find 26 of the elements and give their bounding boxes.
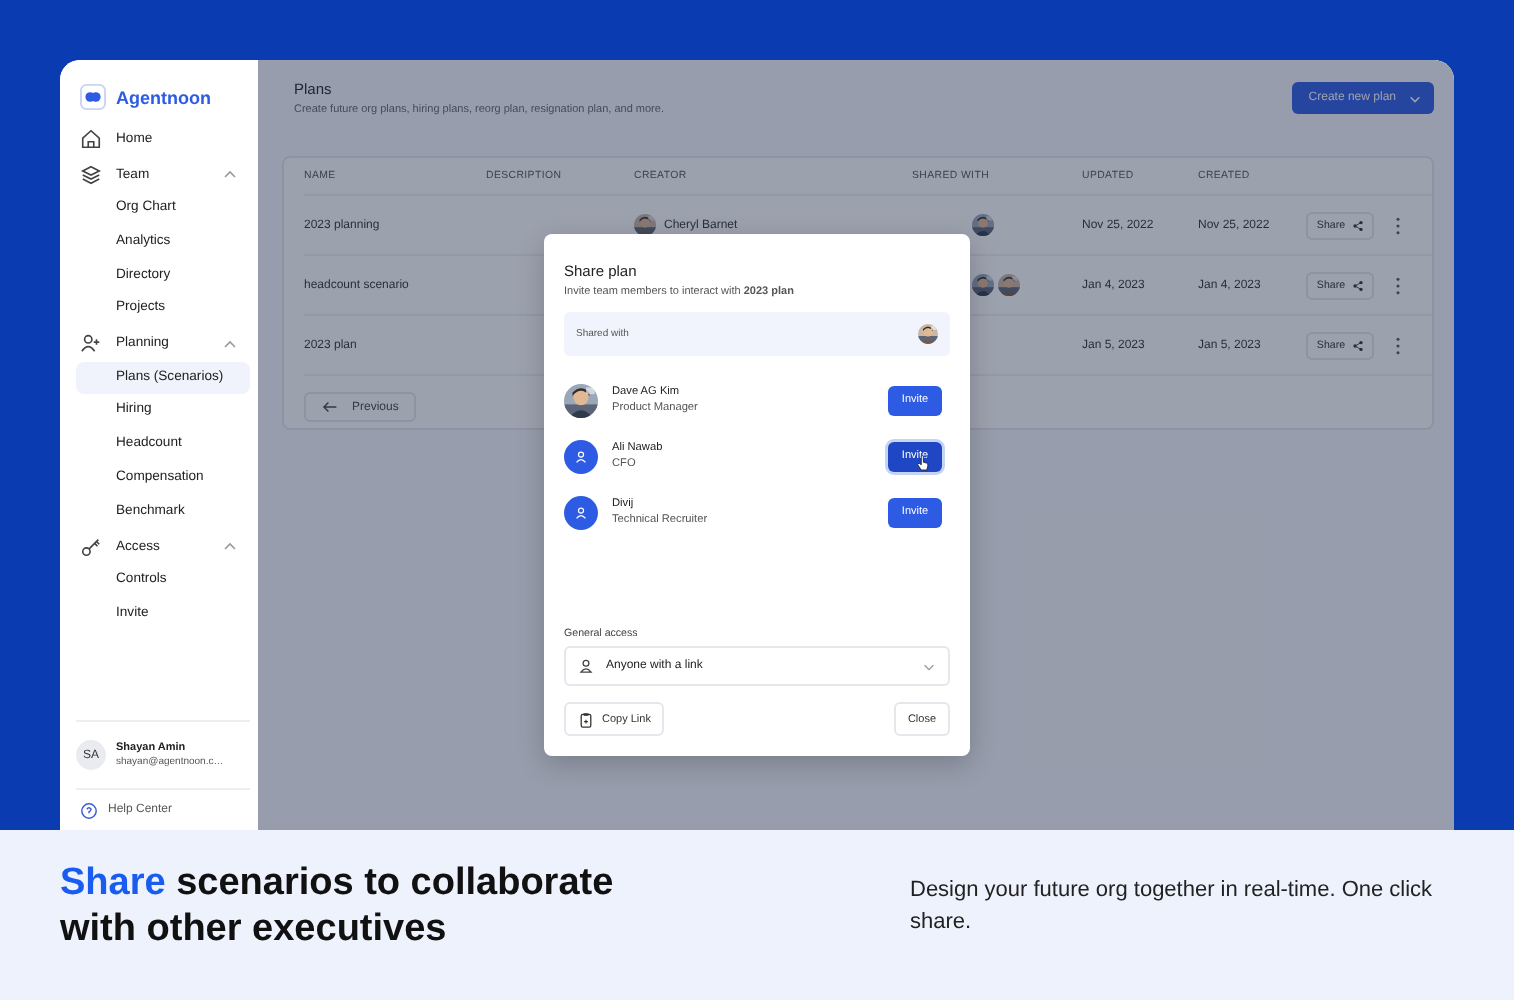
person-plus-icon	[80, 332, 102, 355]
share-icon	[1351, 279, 1364, 291]
share-icon	[1351, 219, 1364, 231]
more-icon[interactable]	[1394, 275, 1402, 295]
arrow-left-icon	[322, 400, 338, 414]
clipboard-icon	[578, 711, 594, 727]
description: Design your future org together in real-time. One click share.	[910, 876, 1434, 937]
person-icon	[574, 449, 588, 463]
headline: Share scenarios to collaborate with other executives	[60, 861, 616, 953]
logo-icon	[80, 84, 106, 110]
chevron-down-icon	[922, 659, 936, 673]
person-icon	[578, 658, 594, 674]
share-icon	[1351, 339, 1364, 351]
brand-name: Agentnoon	[116, 87, 211, 107]
key-icon	[80, 535, 102, 558]
chevron-icon	[222, 166, 238, 183]
chevron-icon	[222, 335, 238, 352]
person-icon	[574, 505, 588, 519]
more-icon[interactable]	[1394, 215, 1402, 235]
home-icon	[80, 128, 102, 151]
layers-icon	[80, 163, 102, 186]
hand-cursor-icon	[916, 454, 930, 472]
help-icon	[80, 801, 98, 819]
chevron-icon	[222, 538, 238, 555]
caret-icon	[1408, 91, 1422, 105]
more-icon[interactable]	[1394, 335, 1402, 355]
